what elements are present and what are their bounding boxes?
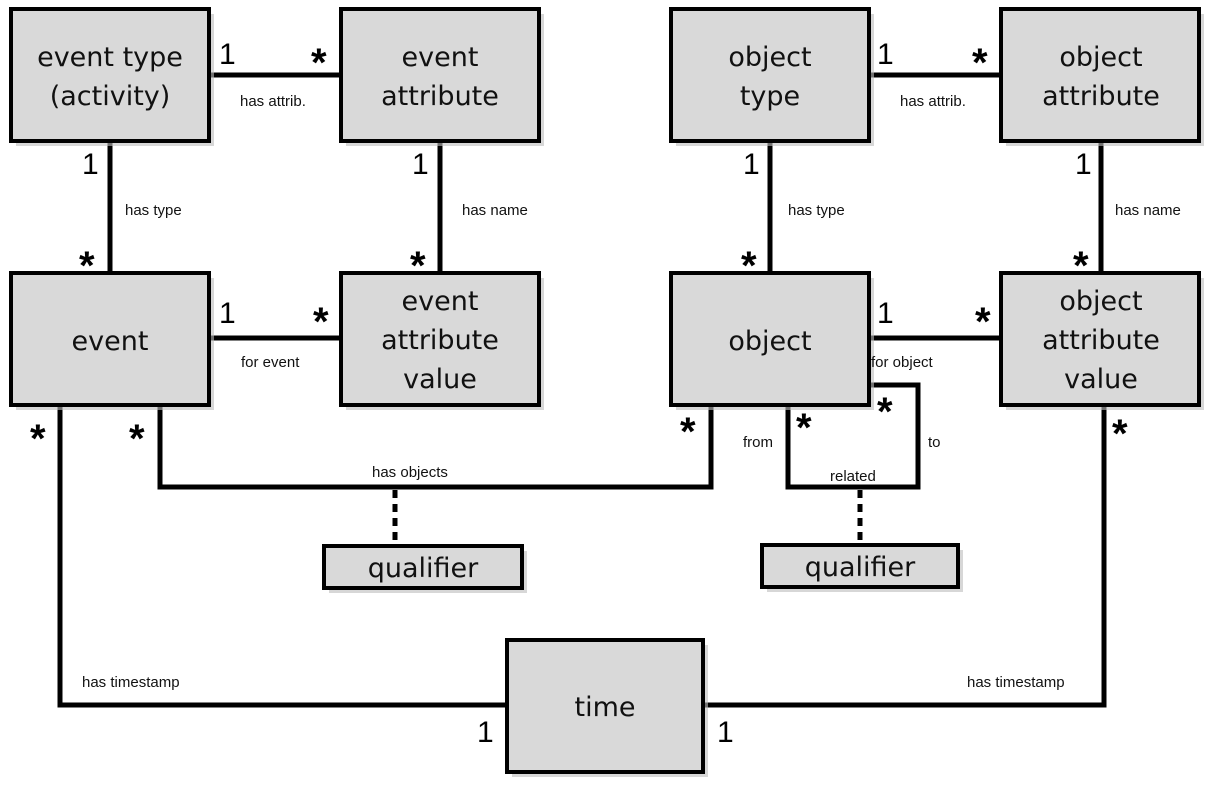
entity-qualifier-related[interactable]: qualifier [760, 543, 963, 592]
entity-object[interactable]: object [669, 271, 874, 410]
relation-label: has attrib. [900, 93, 966, 110]
connectors [57, 72, 1107, 708]
multiplicity-many: * [1112, 412, 1128, 456]
entity-label: object [728, 326, 811, 357]
multiplicity-many: * [975, 300, 991, 344]
multiplicity-one: 1 [82, 148, 99, 181]
entity-label: value [1064, 364, 1138, 395]
entity-object-type[interactable]: object type [669, 7, 874, 146]
relation-label: related [830, 468, 876, 485]
ocel-metamodel-diagram: event type (activity) event attribute ev… [9, 7, 1204, 777]
multiplicity-many: * [877, 390, 893, 434]
entity-object-attribute[interactable]: object attribute [999, 7, 1204, 146]
multiplicity-one: 1 [717, 716, 734, 749]
multiplicity-one: 1 [1075, 148, 1092, 181]
entity-label: attribute [381, 81, 499, 112]
multiplicity-many: * [796, 406, 812, 450]
entity-label: event type [37, 42, 183, 73]
relation-label: has name [462, 202, 528, 219]
entity-label: time [574, 692, 635, 723]
multiplicity-many: * [79, 244, 95, 288]
multiplicity-one: 1 [477, 716, 494, 749]
multiplicity-one: 1 [219, 38, 236, 71]
entity-label: qualifier [368, 553, 479, 584]
multiplicity-one: 1 [743, 148, 760, 181]
multiplicity-many: * [972, 41, 988, 85]
entity-qualifier-objects[interactable]: qualifier [322, 544, 527, 593]
entity-time[interactable]: time [505, 638, 708, 777]
entity-label: event [72, 326, 149, 357]
multiplicity-many: * [1073, 244, 1089, 288]
entity-event-attribute[interactable]: event attribute [339, 7, 544, 146]
relation-label: has attrib. [240, 93, 306, 110]
entity-label: object [1059, 42, 1142, 73]
multiplicity-one: 1 [412, 148, 429, 181]
multiplicity-many: * [311, 41, 327, 85]
relation-label: to [928, 434, 941, 451]
entity-label: attribute [1042, 325, 1160, 356]
entity-label: value [403, 364, 477, 395]
entity-event-attribute-value[interactable]: event attribute value [339, 271, 544, 410]
entity-label: object [728, 42, 811, 73]
entity-label: object [1059, 286, 1142, 317]
relation-label: has name [1115, 202, 1181, 219]
entity-event[interactable]: event [9, 271, 214, 410]
entity-label: attribute [381, 325, 499, 356]
multiplicity-one: 1 [877, 38, 894, 71]
entity-label: type [740, 81, 800, 112]
relation-label: from [743, 434, 773, 451]
relation-label: has type [125, 202, 182, 219]
relation-label: has timestamp [967, 674, 1065, 691]
relation-label: for object [871, 354, 934, 371]
entity-label: attribute [1042, 81, 1160, 112]
relation-label: for event [241, 354, 300, 371]
relation-label: has timestamp [82, 674, 180, 691]
multiplicity-many: * [680, 410, 696, 454]
entity-label: (activity) [50, 81, 171, 112]
entity-label: qualifier [805, 552, 916, 583]
relation-label: has type [788, 202, 845, 219]
entity-label: event [402, 42, 479, 73]
relation-label: has objects [372, 464, 448, 481]
multiplicity-many: * [313, 300, 329, 344]
entity-event-type[interactable]: event type (activity) [9, 7, 214, 146]
multiplicity-many: * [741, 244, 757, 288]
multiplicity-many: * [30, 417, 46, 461]
multiplicity-many: * [410, 244, 426, 288]
multiplicity-many: * [129, 417, 145, 461]
entity-object-attribute-value[interactable]: object attribute value [999, 271, 1204, 410]
entity-label: event [402, 286, 479, 317]
multiplicity-one: 1 [877, 297, 894, 330]
multiplicity-one: 1 [219, 297, 236, 330]
